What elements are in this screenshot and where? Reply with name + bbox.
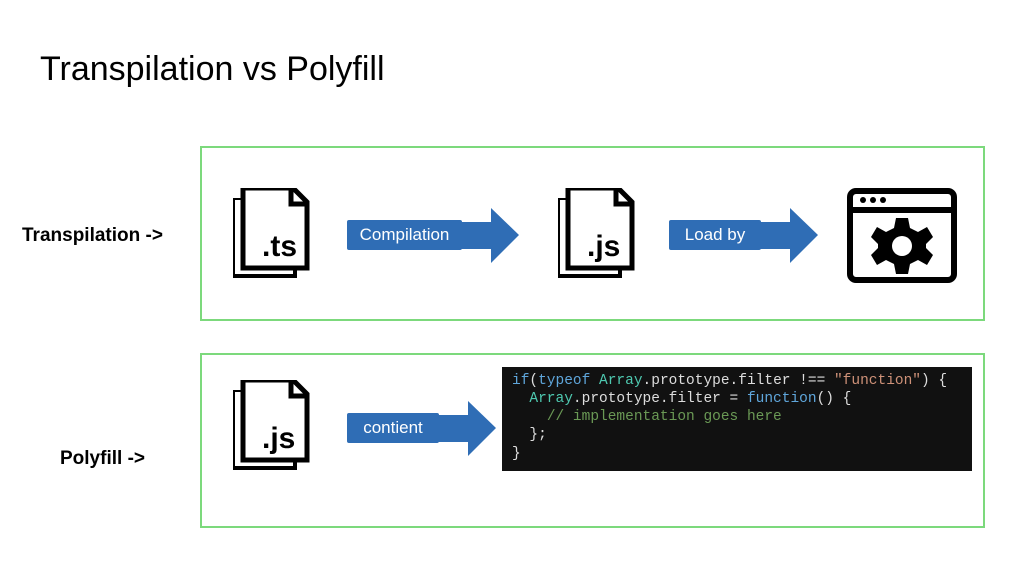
js-ext-label: .js <box>587 230 620 264</box>
arrow-icon <box>438 401 498 456</box>
arrow-icon <box>760 208 820 263</box>
arrow-icon <box>461 208 521 263</box>
polyfill-code-snippet: if(typeof Array.prototype.filter !== "fu… <box>502 367 972 471</box>
slide-title: Transpilation vs Polyfill <box>40 50 385 89</box>
js-ext-label-2: .js <box>262 422 295 456</box>
ts-file-icon: .ts <box>227 188 319 288</box>
polyfill-panel: .js contient if(typeof Array.prototype.f… <box>200 353 985 528</box>
js-file-icon: .js <box>552 188 644 288</box>
transpilation-label: Transpilation -> <box>22 225 163 247</box>
ts-ext-label: .ts <box>262 230 297 264</box>
polyfill-label: Polyfill -> <box>60 448 145 470</box>
contient-arrow-label: contient <box>347 413 439 443</box>
compilation-arrow-label: Compilation <box>347 220 462 250</box>
js-file-icon: .js <box>227 380 319 480</box>
transpilation-panel: .ts Compilation .js Load by <box>200 146 985 321</box>
loadby-arrow-label: Load by <box>669 220 761 250</box>
browser-settings-icon <box>847 188 957 288</box>
